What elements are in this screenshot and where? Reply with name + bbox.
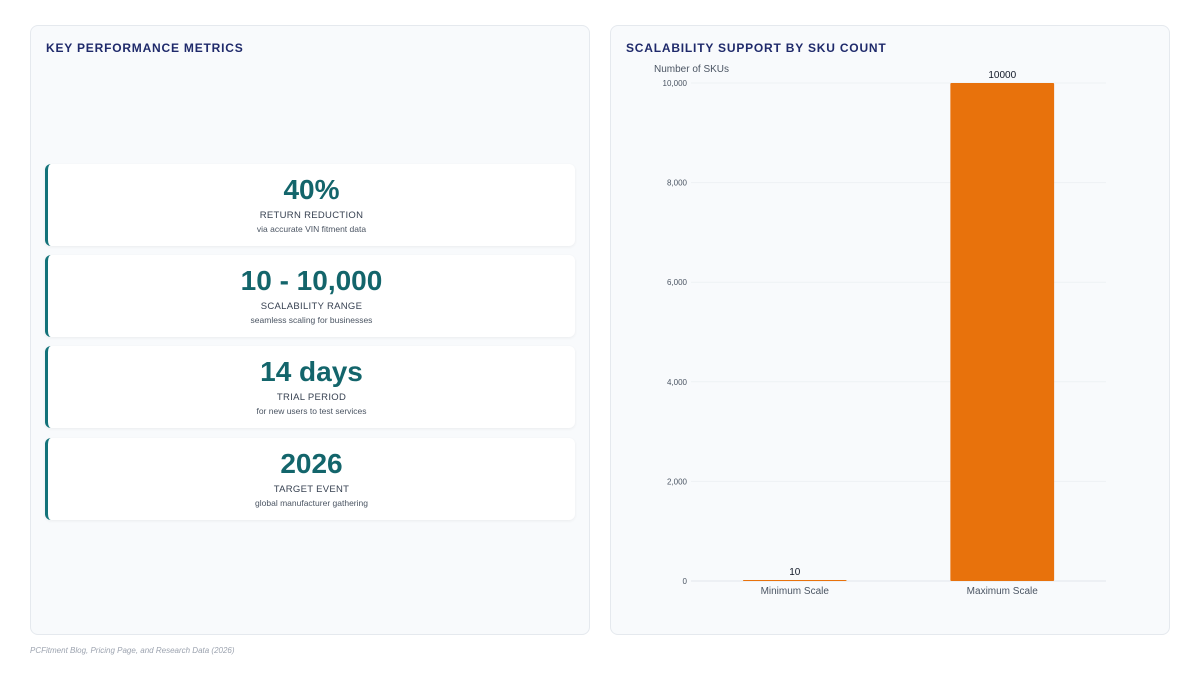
y-tick-label: 8,000	[667, 179, 688, 188]
bar-maximum-scale	[950, 83, 1055, 581]
y-tick-label: 10,000	[663, 79, 688, 88]
y-tick-label: 0	[683, 577, 688, 586]
metric-label: TRIAL PERIOD	[276, 392, 347, 403]
metrics-panel-title: KEY PERFORMANCE METRICS	[46, 41, 244, 55]
metric-card-trial-period: 14 days TRIAL PERIOD for new users to te…	[45, 346, 575, 428]
metric-label: SCALABILITY RANGE	[260, 301, 363, 312]
metric-subtext: seamless scaling for businesses	[250, 315, 373, 325]
metric-value: 40%	[283, 174, 340, 205]
y-tick-label: 2,000	[667, 477, 688, 486]
chart-panel: SCALABILITY SUPPORT BY SKU COUNT Number …	[610, 25, 1170, 635]
metrics-panel: KEY PERFORMANCE METRICS 40% RETURN REDUC…	[30, 25, 590, 635]
x-axis-ticks: Minimum Scale Maximum Scale	[761, 586, 1039, 597]
y-tick-label: 6,000	[667, 278, 688, 287]
bar-chart: Number of SKUs 0 2,000 4,000 6,000 8,000 10,0…	[654, 64, 1106, 597]
bar-data-label: 10000	[988, 70, 1016, 81]
metric-value: 14 days	[260, 356, 363, 387]
metric-subtext: for new users to test services	[256, 406, 367, 416]
bars	[742, 83, 1055, 581]
metric-label: RETURN REDUCTION	[259, 210, 364, 221]
bar-minimum-scale	[742, 580, 847, 581]
metric-card-return-reduction: 40% RETURN REDUCTION via accurate VIN fi…	[45, 164, 575, 246]
metric-card-target-event: 2026 TARGET EVENT global manufacturer ga…	[45, 438, 575, 520]
metric-value: 2026	[280, 448, 343, 479]
y-axis-title: Number of SKUs	[654, 64, 729, 75]
metric-subtext: global manufacturer gathering	[255, 498, 368, 508]
y-axis-ticks: 0 2,000 4,000 6,000 8,000 10,000	[663, 79, 688, 586]
source-footnote: PCFitment Blog, Pricing Page, and Resear…	[30, 646, 235, 655]
metric-value: 10 - 10,000	[240, 265, 383, 296]
y-tick-label: 4,000	[667, 378, 688, 387]
bar-data-label: 10	[789, 567, 801, 578]
metric-label: TARGET EVENT	[273, 484, 350, 495]
x-tick-label: Minimum Scale	[761, 586, 830, 597]
metric-card-scalability-range: 10 - 10,000 SCALABILITY RANGE seamless s…	[45, 255, 575, 337]
metric-subtext: via accurate VIN fitment data	[256, 224, 367, 234]
x-tick-label: Maximum Scale	[967, 586, 1039, 597]
